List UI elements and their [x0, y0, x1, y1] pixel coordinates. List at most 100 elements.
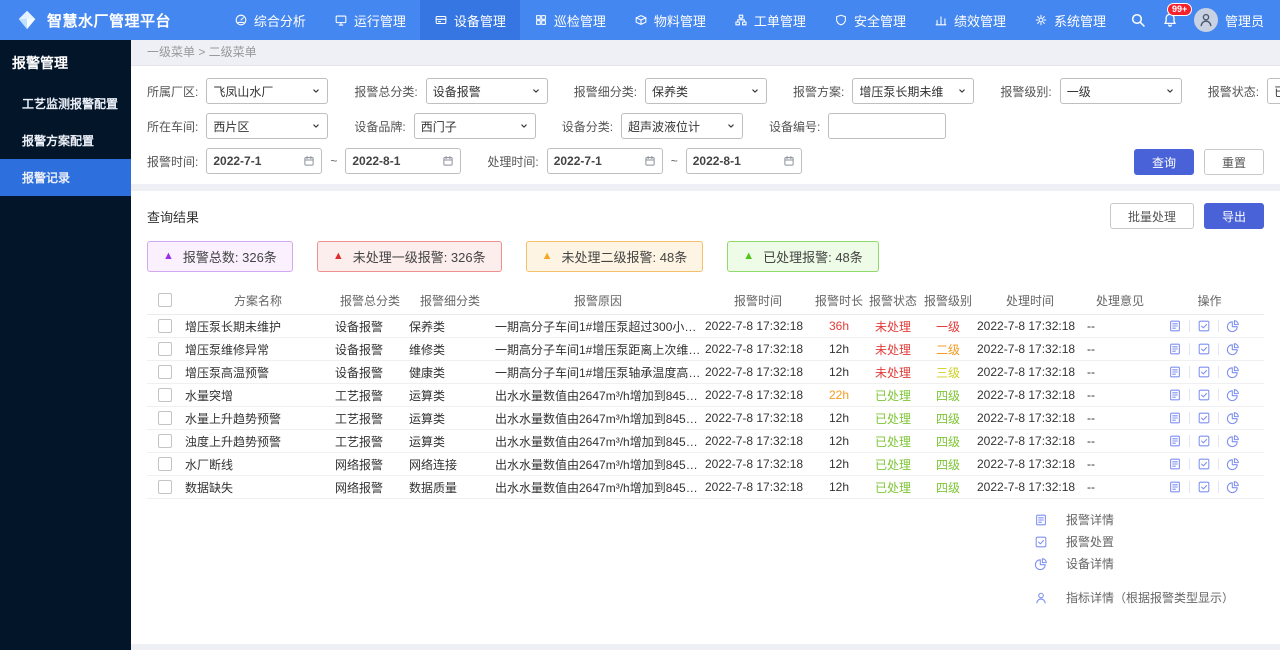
报警状态-select[interactable]: 已处理 — [1267, 78, 1280, 104]
nav-item-label: 工单管理 — [753, 13, 806, 29]
nav-item-0[interactable]: 综合分析 — [220, 0, 320, 40]
indicator-detail-icon[interactable] — [1259, 434, 1264, 448]
nav-item-6[interactable]: 安全管理 — [820, 0, 920, 40]
cell-reason: 一期高分子车间1#增压泵轴承温度高于43℃ — [493, 360, 703, 384]
alarm-detail-icon[interactable] — [1161, 365, 1189, 379]
alarm-detail-icon[interactable] — [1161, 434, 1189, 448]
alarm-handle-icon[interactable] — [1190, 457, 1218, 471]
table-row: 水量上升趋势预警 工艺报警 运算类 出水水量数值由2647m³/h增加到8457… — [147, 406, 1264, 430]
row-checkbox[interactable] — [158, 342, 172, 357]
nav-item-4[interactable]: 物料管理 — [620, 0, 720, 40]
indicator-detail-icon[interactable] — [1259, 480, 1264, 494]
device-detail-icon[interactable] — [1219, 365, 1247, 379]
device-detail-icon[interactable] — [1219, 411, 1247, 425]
device-detail-icon[interactable] — [1219, 480, 1247, 494]
row-checkbox[interactable] — [158, 434, 172, 449]
row-checkbox[interactable] — [158, 365, 172, 380]
处理时间-to-datepicker[interactable]: 2022-8-1 — [685, 148, 802, 174]
calendar-icon — [442, 155, 454, 167]
indicator-detail-icon[interactable] — [1259, 411, 1264, 425]
indicator-detail-icon[interactable] — [1259, 365, 1264, 379]
column-header: 报警总分类 — [333, 286, 407, 315]
row-checkbox[interactable] — [158, 480, 172, 495]
device-detail-icon[interactable] — [1219, 319, 1247, 333]
sidebar-item-1[interactable]: 报警方案配置 — [0, 122, 131, 159]
cell-duration: 12h — [813, 360, 865, 384]
alarm-detail-icon[interactable] — [1161, 411, 1189, 425]
legend-item: 设备详情 — [1034, 555, 1234, 572]
alarm-handle-icon[interactable] — [1190, 388, 1218, 402]
alarm-detail-icon — [1034, 513, 1048, 527]
top-header: 智慧水厂管理平台 综合分析 运行管理 设备管理 巡检管理 物料管理 工单管理 安… — [0, 0, 1280, 40]
row-checkbox[interactable] — [158, 319, 172, 334]
nav-item-label: 综合分析 — [253, 13, 306, 29]
nav-item-5[interactable]: 工单管理 — [720, 0, 820, 40]
cell-opinion: -- — [1085, 383, 1155, 407]
所属厂区-select[interactable]: 飞凤山水厂 — [206, 78, 329, 104]
设备品牌-select[interactable]: 西门子 — [413, 113, 536, 139]
cell-duration: 12h — [813, 337, 865, 361]
alarm-handle-icon[interactable] — [1190, 319, 1218, 333]
报警时间-to-datepicker[interactable]: 2022-8-1 — [345, 148, 462, 174]
indicator-detail-icon[interactable] — [1259, 457, 1264, 471]
device-detail-icon[interactable] — [1219, 457, 1247, 471]
nav-item-7[interactable]: 绩效管理 — [920, 0, 1020, 40]
cell-handle-time: 2022-7-8 17:32:18 — [975, 337, 1085, 361]
所在车间-select[interactable]: 西片区 — [206, 113, 329, 139]
alarm-handle-icon[interactable] — [1190, 411, 1218, 425]
column-header: 方案名称 — [183, 286, 333, 315]
row-checkbox[interactable] — [158, 388, 172, 403]
alarm-detail-icon[interactable] — [1161, 342, 1189, 356]
nav-item-3[interactable]: 巡检管理 — [520, 0, 620, 40]
alarm-detail-icon[interactable] — [1161, 480, 1189, 494]
设备编号-input[interactable] — [828, 113, 947, 139]
row-checkbox[interactable] — [158, 411, 172, 426]
alarm-handle-icon[interactable] — [1190, 434, 1218, 448]
filter-field: 报警级别: 一级 — [1000, 78, 1182, 104]
设备分类-select[interactable]: 超声波液位计 — [621, 113, 744, 139]
报警时间-from-datepicker[interactable]: 2022-7-1 — [206, 148, 323, 174]
nav-item-2[interactable]: 设备管理 — [419, 0, 520, 40]
device-detail-icon[interactable] — [1219, 388, 1247, 402]
cell-category: 工艺报警 — [333, 429, 407, 453]
user-menu[interactable]: 管理员 — [1193, 8, 1264, 32]
nav-item-1[interactable]: 运行管理 — [320, 0, 420, 40]
报警细分类-select[interactable]: 保养类 — [645, 78, 768, 104]
select-value: 西片区 — [213, 119, 250, 134]
search-icon[interactable] — [1130, 12, 1146, 28]
batch-handle-button[interactable]: 批量处理 — [1109, 203, 1194, 229]
nav-item-8[interactable]: 系统管理 — [1020, 0, 1120, 40]
cell-plan-name: 数据缺失 — [183, 475, 333, 499]
alarm-handle-icon[interactable] — [1190, 342, 1218, 356]
cell-reason: 出水水量数值由2647m³/h增加到8457m³/h，突然增... — [493, 406, 703, 430]
alarm-detail-icon[interactable] — [1161, 319, 1189, 333]
export-button[interactable]: 导出 — [1203, 203, 1264, 229]
报警总分类-select[interactable]: 设备报警 — [425, 78, 548, 104]
alarm-detail-icon[interactable] — [1161, 457, 1189, 471]
select-value: 西门子 — [420, 119, 457, 134]
sidebar-item-2[interactable]: 报警记录 — [0, 159, 131, 196]
device-detail-icon[interactable] — [1219, 342, 1247, 356]
device-detail-icon[interactable] — [1219, 434, 1247, 448]
sidebar-item-0[interactable]: 工艺监测报警配置 — [0, 85, 131, 122]
indicator-detail-icon[interactable] — [1259, 342, 1264, 356]
filter-label: 报警方案: — [793, 84, 845, 99]
legend-item: 报警详情 — [1034, 511, 1234, 528]
报警级别-select[interactable]: 一级 — [1059, 78, 1182, 104]
table-row: 数据缺失 网络报警 数据质量 出水水量数值由2647m³/h增加到8457m³/… — [147, 475, 1264, 499]
query-button[interactable]: 查询 — [1133, 149, 1194, 175]
报警方案-select[interactable]: 增压泵长期未维 — [852, 78, 975, 104]
notification-bell[interactable]: 99+ — [1162, 3, 1193, 28]
indicator-detail-icon[interactable] — [1259, 388, 1264, 402]
indicator-detail-icon[interactable] — [1259, 319, 1264, 333]
reset-button[interactable]: 重置 — [1203, 149, 1264, 175]
date-value: 2022-7-1 — [213, 154, 262, 168]
处理时间-from-datepicker[interactable]: 2022-7-1 — [546, 148, 663, 174]
alarm-handle-icon[interactable] — [1190, 480, 1218, 494]
action-legend: 报警详情 报警处置 设备详情 指标详情（根据报警类型显示） — [1034, 511, 1234, 611]
alarm-detail-icon[interactable] — [1161, 388, 1189, 402]
filter-label: 报警时间: — [147, 154, 199, 169]
select-all-checkbox[interactable] — [158, 293, 172, 308]
alarm-handle-icon[interactable] — [1190, 365, 1218, 379]
row-checkbox[interactable] — [158, 457, 172, 472]
